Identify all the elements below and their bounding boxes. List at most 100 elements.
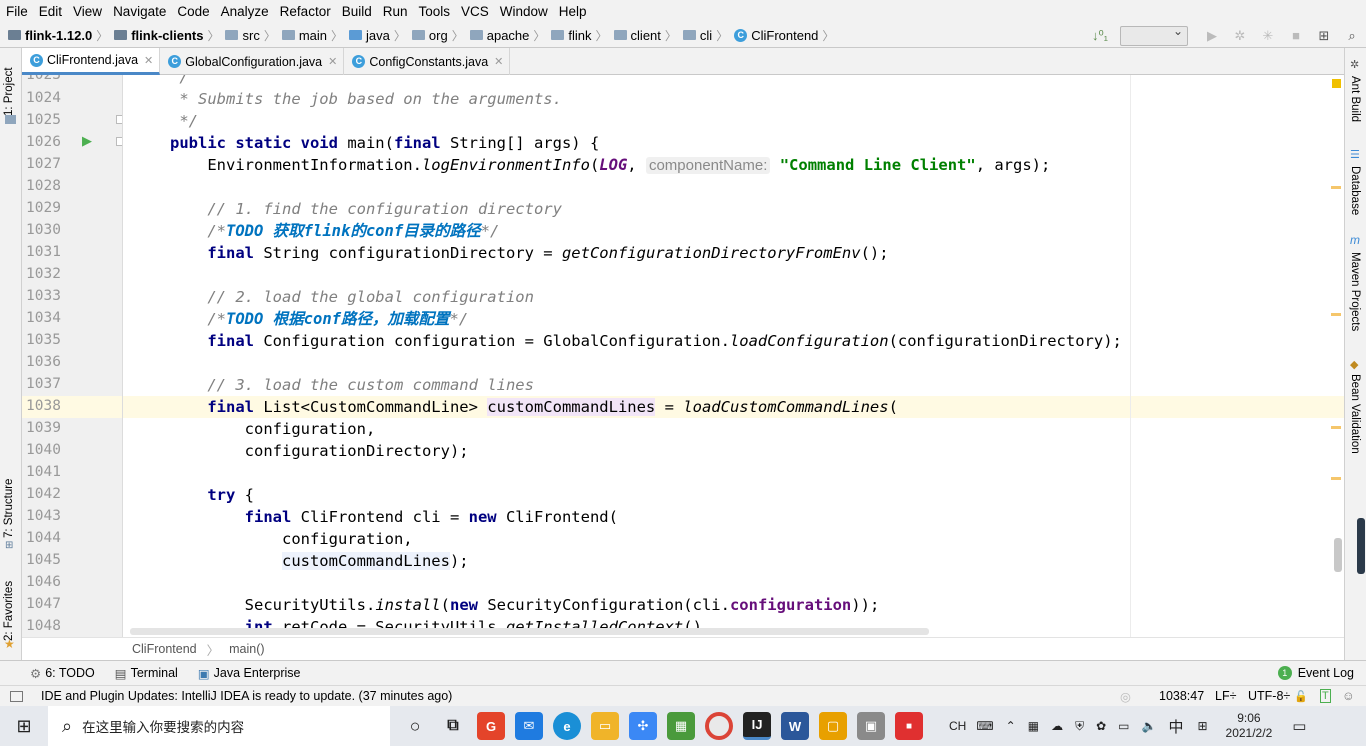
project-structure-icon[interactable]: ⊞	[1313, 26, 1335, 46]
start-button[interactable]: ⊞	[0, 706, 48, 746]
keyboard-icon[interactable]: ⌨	[976, 719, 993, 733]
breadcrumb-cli[interactable]: cli	[682, 28, 712, 43]
breadcrumb-org[interactable]: org	[411, 28, 448, 43]
menu-window[interactable]: Window	[494, 4, 553, 19]
app-grey-icon[interactable]: ▣	[857, 712, 885, 740]
project-panel-toggle[interactable]: 1: Project	[3, 56, 15, 116]
favorites-panel-toggle[interactable]: 2: Favorites	[3, 571, 15, 641]
vertical-scrollbar[interactable]	[1334, 538, 1342, 572]
coverage-icon[interactable]: ✳	[1257, 26, 1279, 46]
cloud-icon[interactable]: ☁	[1051, 719, 1063, 733]
status-toggle-icon[interactable]	[10, 690, 23, 702]
shield-icon[interactable]: ⛨	[1075, 719, 1084, 734]
todo-toggle[interactable]: ⚙ 6: TODO	[30, 666, 95, 681]
java-enterprise-toggle[interactable]: ▣ Java Enterprise	[198, 666, 301, 681]
task-view-icon[interactable]: ⧉	[439, 712, 467, 740]
maven-projects-toggle[interactable]: Maven Projects	[1349, 252, 1361, 331]
notification-center-icon[interactable]: ▭	[1292, 717, 1306, 735]
app-red-icon[interactable]: G	[477, 712, 505, 740]
chevron-up-icon[interactable]: ⌃	[1006, 719, 1016, 733]
tab-globalconfiguration[interactable]: C GlobalConfiguration.java ✕	[160, 48, 345, 75]
tab-clifrontend[interactable]: C CliFrontend.java ✕	[22, 48, 161, 75]
breadcrumb-project[interactable]: flink-1.12.0	[8, 28, 92, 43]
fold-icon[interactable]	[116, 137, 122, 146]
caret-position[interactable]: 1038:47	[1159, 689, 1204, 703]
breadcrumb-method[interactable]: main()	[229, 642, 264, 656]
grid-icon[interactable]: ⊞	[1197, 719, 1207, 733]
run-gutter-icon[interactable]: ▶	[82, 133, 92, 149]
stop-icon[interactable]: ■	[1285, 26, 1307, 46]
structure-panel-toggle[interactable]: 7: Structure	[3, 468, 15, 538]
menu-run[interactable]: Run	[377, 4, 413, 19]
fold-icon[interactable]	[116, 115, 122, 124]
notifications-icon[interactable]: ☺	[1342, 689, 1355, 703]
error-stripe-mark[interactable]	[1331, 186, 1341, 189]
close-icon[interactable]: ✕	[328, 55, 337, 68]
memory-icon[interactable]: T	[1320, 689, 1331, 703]
menu-file[interactable]: File	[0, 4, 33, 19]
word-icon[interactable]: W	[781, 712, 809, 740]
tab-configconstants[interactable]: C ConfigConstants.java ✕	[344, 48, 511, 75]
breadcrumb-src[interactable]: src	[225, 28, 260, 43]
horizontal-scrollbar[interactable]	[130, 628, 929, 635]
line-separator[interactable]: LF÷	[1215, 689, 1236, 703]
error-stripe-mark[interactable]	[1331, 313, 1341, 316]
app-green-icon[interactable]: ▦	[667, 712, 695, 740]
breadcrumb-client[interactable]: client	[613, 28, 661, 43]
error-stripe-mark[interactable]	[1331, 426, 1341, 429]
app-redbox-icon[interactable]: ■	[895, 712, 923, 740]
breadcrumb-main[interactable]: main	[281, 28, 327, 43]
breadcrumb-flink[interactable]: flink	[551, 28, 592, 43]
input-language[interactable]: 中	[1168, 716, 1183, 737]
run-icon[interactable]: ▶	[1201, 26, 1223, 46]
app-blue-icon[interactable]: ✣	[629, 712, 657, 740]
tray-app-icon[interactable]: ▦	[1028, 719, 1039, 733]
cortana-icon[interactable]: ○	[401, 712, 429, 740]
menu-build[interactable]: Build	[336, 4, 377, 19]
edge-icon[interactable]: e	[553, 712, 581, 740]
breadcrumb-class[interactable]: C CliFrontend	[734, 28, 818, 43]
close-icon[interactable]: ✕	[494, 55, 503, 68]
mail-icon[interactable]: ✉	[515, 712, 543, 740]
battery-icon[interactable]: ▭	[1118, 719, 1129, 733]
menu-view[interactable]: View	[67, 4, 107, 19]
breadcrumb-java[interactable]: java	[349, 28, 390, 43]
ant-build-toggle[interactable]: Ant Build	[1349, 76, 1361, 122]
intellij-icon[interactable]: IJ	[743, 712, 771, 740]
menu-refactor[interactable]: Refactor	[274, 4, 336, 19]
menu-help[interactable]: Help	[553, 4, 592, 19]
clock[interactable]: 9:06 2021/2/2	[1226, 711, 1273, 741]
menu-code[interactable]: Code	[171, 4, 214, 19]
code-editor[interactable]: / * Submits the job based on the argumen…	[123, 75, 1344, 637]
breadcrumb-class[interactable]: CliFrontend	[132, 642, 197, 656]
lock-icon[interactable]: 🔓	[1294, 690, 1308, 703]
inspector-icon[interactable]: ◎	[1120, 689, 1131, 704]
file-explorer-icon[interactable]: ▭	[591, 712, 619, 740]
build-icon[interactable]: ↓⁰₁	[1089, 26, 1111, 46]
run-config-select[interactable]	[1120, 24, 1188, 46]
event-log-toggle[interactable]: 1 Event Log	[1277, 666, 1354, 680]
menu-edit[interactable]: Edit	[33, 4, 67, 19]
database-toggle[interactable]: Database	[1349, 166, 1361, 215]
app-orange-icon[interactable]: ▢	[819, 712, 847, 740]
breadcrumb-apache[interactable]: apache	[469, 28, 529, 43]
close-icon[interactable]: ✕	[144, 54, 153, 67]
menu-navigate[interactable]: Navigate	[107, 4, 171, 19]
menu-analyze[interactable]: Analyze	[215, 4, 274, 19]
scroll-widget[interactable]	[1357, 518, 1365, 574]
breadcrumb-module[interactable]: flink-clients	[114, 28, 203, 43]
chrome-icon[interactable]	[705, 712, 733, 740]
bean-validation-toggle[interactable]: Bean Validation	[1349, 374, 1361, 454]
gear-icon[interactable]: ✿	[1096, 719, 1106, 733]
ime-indicator[interactable]: CH	[949, 719, 966, 733]
volume-icon[interactable]: 🔈	[1142, 719, 1157, 733]
menu-vcs[interactable]: VCS	[455, 4, 494, 19]
debug-icon[interactable]: ✲	[1229, 26, 1251, 46]
file-encoding[interactable]: UTF-8÷	[1248, 689, 1290, 703]
terminal-toggle[interactable]: ▤ Terminal	[115, 666, 178, 681]
status-message[interactable]: IDE and Plugin Updates: IntelliJ IDEA is…	[41, 689, 452, 703]
error-stripe-mark[interactable]	[1331, 477, 1341, 480]
taskbar-search[interactable]: ⌕ 在这里输入你要搜索的内容	[48, 706, 390, 746]
search-icon[interactable]: ⌕	[1341, 26, 1363, 46]
menu-tools[interactable]: Tools	[413, 4, 456, 19]
